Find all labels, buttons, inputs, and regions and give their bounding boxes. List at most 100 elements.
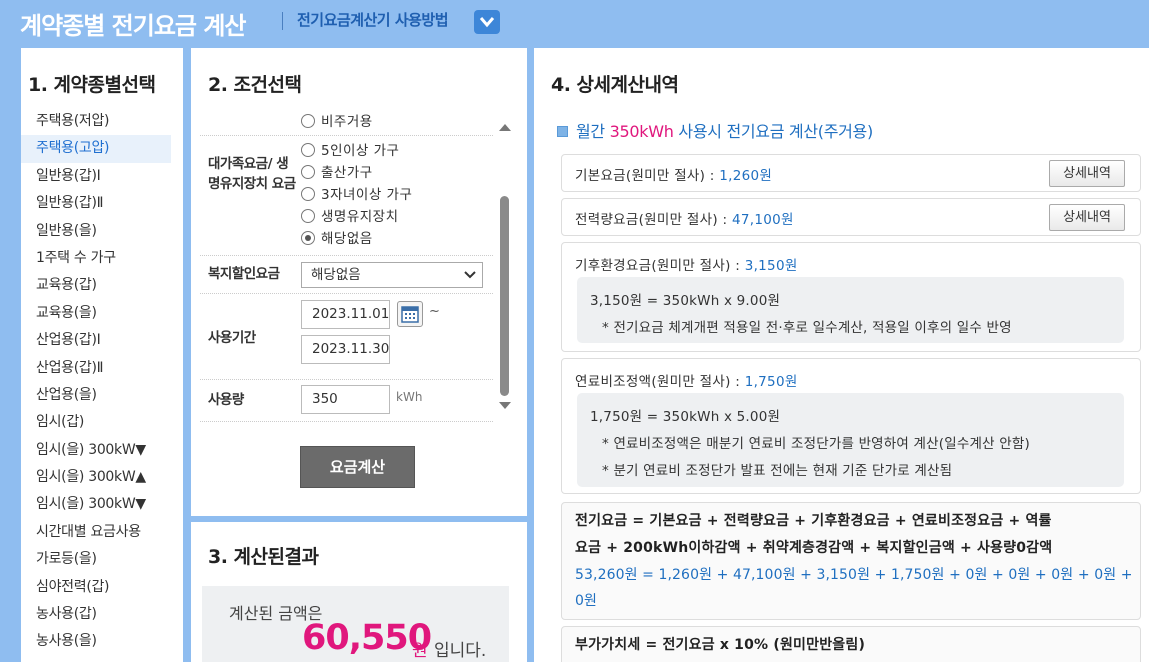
climate-fee-detail: 3,150원 = 350kWh x 9.00원 * 전기요금 체계개편 적용일 …	[577, 277, 1124, 343]
result-box: 계산된 금액은 60,550 원 입니다.	[202, 586, 509, 662]
radio-family-option[interactable]: 출산가구	[301, 161, 373, 183]
climate-fee-card: 기후환경요금(원미만 절사) : 3,150원 3,150원 = 350kWh …	[561, 242, 1141, 352]
contract-type-item[interactable]: 임시(을) 300kW▼	[21, 437, 171, 464]
radio-family-option[interactable]: 해당없음	[301, 227, 373, 249]
radio-circle	[301, 209, 315, 223]
welfare-label: 복지할인요금	[208, 266, 280, 282]
period-end-input[interactable]: 2023.11.30	[301, 335, 390, 364]
detail-title: 4. 상세계산내역	[551, 74, 679, 96]
climate-fee-formula: 3,150원 = 350kWh x 9.00원	[590, 293, 781, 309]
contract-type-item[interactable]: 임시(갑)	[21, 409, 171, 436]
total-values-line-1: 53,260원 = 1,260원 + 47,100원 + 3,150원 + 1,…	[575, 567, 1133, 583]
contract-type-item[interactable]: 일반용(갑)Ⅱ	[21, 190, 171, 217]
family-label: 대가족요금/ 생명유지장치 요금	[208, 156, 296, 192]
total-values-line-2: 0원	[575, 593, 597, 609]
condition-row-usage: 사용량 350 kWh	[200, 380, 493, 422]
contract-type-item[interactable]: 교육용(을)	[21, 300, 171, 327]
climate-fee-text: 기후환경요금(원미만 절사) : 3,150원	[575, 258, 798, 274]
basic-fee-card: 기본요금(원미만 절사) : 1,260원 상세내역	[561, 154, 1141, 192]
fuel-adjust-detail: 1,750원 = 350kWh x 5.00원 * 연료비조정액은 매분기 연료…	[577, 393, 1124, 487]
usage-input[interactable]: 350	[301, 385, 390, 414]
chevron-down-icon	[464, 271, 476, 279]
condition-scrollbar[interactable]	[498, 114, 512, 414]
energy-fee-card: 전력량요금(원미만 절사) : 47,100원 상세내역	[561, 198, 1141, 236]
radio-family-option[interactable]: 생명유지장치	[301, 205, 399, 227]
calculate-button[interactable]: 요금계산	[300, 446, 415, 488]
condition-row-usage-type: 비주거용	[200, 108, 493, 136]
basic-fee-detail-button[interactable]: 상세내역	[1049, 160, 1125, 187]
radio-non-residential[interactable]: 비주거용	[301, 110, 373, 132]
radio-circle	[301, 143, 315, 157]
condition-row-family: 대가족요금/ 생명유지장치 요금 5인이상 가구 출산가구 3자녀이상 가구 생명유지…	[200, 136, 493, 256]
detail-panel: 4. 상세계산내역 월간 350kWh 사용시 전기요금 계산(주거용) 기본요…	[534, 48, 1149, 662]
howto-link[interactable]: 전기요금계산기 사용방법	[297, 9, 449, 30]
scroll-down-icon[interactable]	[499, 402, 511, 409]
fuel-adjust-text: 연료비조정액(원미만 절사) : 1,750원	[575, 374, 798, 390]
vat-card: 부가가치세 = 전기요금 x 10% (원미만반올림)	[561, 626, 1141, 662]
fuel-adjust-note-2: * 분기 연료비 조정단가 발표 전에는 현재 기준 단가로 계산됨	[602, 463, 953, 479]
radio-family-option[interactable]: 5인이상 가구	[301, 139, 399, 161]
scroll-up-icon[interactable]	[499, 124, 511, 131]
climate-fee-note: * 전기요금 체계개편 적용일 전·후로 일수계산, 적용일 이후의 일수 반영	[602, 320, 1012, 336]
calendar-button[interactable]	[397, 301, 423, 327]
result-title: 3. 계산된결과	[208, 546, 319, 568]
chevron-down-icon	[479, 17, 495, 28]
fuel-adjust-note-1: * 연료비조정액은 매분기 연료비 조정단가를 반영하여 계산(일수계산 안함)	[602, 436, 1030, 452]
contract-type-item[interactable]: 농사용(갑)	[21, 601, 171, 628]
condition-scroll-area: 비주거용 대가족요금/ 생명유지장치 요금 5인이상 가구 출산가구 3자녀이상 가…	[200, 108, 493, 466]
contract-type-item[interactable]: 임시(을) 300kW▼	[21, 491, 171, 518]
contract-type-item[interactable]: 시간대별 요금사용	[21, 519, 171, 546]
contract-type-item[interactable]: 교육용(갑)	[21, 272, 171, 299]
header: 계약종별 전기요금 계산 전기요금계산기 사용방법	[0, 0, 1149, 48]
period-start-input[interactable]: 2023.11.01	[301, 300, 390, 329]
contract-type-item[interactable]: 임시(을) 300kW▲	[21, 464, 171, 491]
contract-type-item[interactable]: 농사용(을)	[21, 628, 171, 655]
detail-subtitle: 월간 350kWh 사용시 전기요금 계산(주거용)	[557, 118, 873, 142]
contract-type-panel: 1. 계약종별선택 주택용(저압) 주택용(고압) 일반용(갑)Ⅰ 일반용(갑)Ⅱ 일반…	[21, 48, 183, 662]
condition-title: 2. 조건선택	[208, 74, 302, 96]
header-divider	[282, 12, 283, 30]
contract-type-item[interactable]: 일반용(을)	[21, 218, 171, 245]
contract-type-item[interactable]: 심야전력(갑)	[21, 574, 171, 601]
basic-fee-text: 기본요금(원미만 절사) : 1,260원	[575, 168, 773, 184]
radio-circle	[301, 231, 315, 245]
radio-circle	[301, 187, 315, 201]
vat-formula: 부가가치세 = 전기요금 x 10% (원미만반올림)	[575, 637, 866, 653]
contract-type-item[interactable]: 일반용(갑)Ⅰ	[21, 163, 171, 190]
square-bullet-icon	[557, 126, 568, 137]
usage-label: 사용량	[208, 392, 244, 408]
radio-family-option[interactable]: 3자녀이상 가구	[301, 183, 412, 205]
radio-circle	[301, 165, 315, 179]
period-label: 사용기간	[208, 330, 256, 346]
period-tilde: ~	[429, 304, 440, 319]
howto-toggle-button[interactable]	[474, 10, 500, 34]
result-suffix: 입니다.	[434, 641, 487, 661]
energy-fee-text: 전력량요금(원미만 절사) : 47,100원	[575, 212, 794, 228]
calendar-icon	[401, 306, 419, 323]
contract-type-item[interactable]: 가로등(을)	[21, 546, 171, 573]
condition-panel: 2. 조건선택 비주거용 대가족요금/ 생명유지장치 요금 5인이상 가구 출산가…	[191, 48, 527, 516]
total-formula-line-2: 요금 + 200kWh이하감액 + 취약계층경감액 + 복지할인금액 + 사용량…	[575, 540, 1053, 556]
condition-row-period: 사용기간 2023.11.01 ~ 2023.11.30	[200, 294, 493, 380]
total-fee-card: 전기요금 = 기본요금 + 전력량요금 + 기후환경요금 + 연료비조정요금 +…	[561, 502, 1141, 620]
contract-type-title: 1. 계약종별선택	[28, 74, 156, 96]
usage-unit: kWh	[396, 390, 423, 404]
page-title: 계약종별 전기요금 계산	[20, 12, 247, 40]
result-currency: 원	[412, 641, 428, 661]
contract-type-item[interactable]: 산업용(을)	[21, 382, 171, 409]
contract-type-item[interactable]: 산업용(갑)Ⅰ	[21, 327, 171, 354]
condition-row-welfare: 복지할인요금 해당없음	[200, 256, 493, 294]
total-formula-line-1: 전기요금 = 기본요금 + 전력량요금 + 기후환경요금 + 연료비조정요금 +…	[575, 513, 1052, 529]
contract-type-item[interactable]: 주택용(저압)	[21, 108, 171, 135]
contract-type-item[interactable]: 1주택 수 가구	[21, 245, 171, 272]
result-panel: 3. 계산된결과 계산된 금액은 60,550 원 입니다.	[191, 522, 527, 662]
fuel-adjust-card: 연료비조정액(원미만 절사) : 1,750원 1,750원 = 350kWh …	[561, 358, 1141, 494]
radio-circle	[301, 114, 315, 128]
fuel-adjust-formula: 1,750원 = 350kWh x 5.00원	[590, 409, 781, 425]
contract-type-item[interactable]: 주택용(고압)	[21, 135, 171, 163]
contract-type-item[interactable]: 산업용(갑)Ⅱ	[21, 355, 171, 382]
energy-fee-detail-button[interactable]: 상세내역	[1049, 204, 1125, 231]
welfare-select[interactable]: 해당없음	[301, 262, 483, 288]
scroll-thumb[interactable]	[500, 196, 509, 396]
contract-type-list: 주택용(저압) 주택용(고압) 일반용(갑)Ⅰ 일반용(갑)Ⅱ 일반용(을) 1주택 수 …	[21, 108, 171, 656]
